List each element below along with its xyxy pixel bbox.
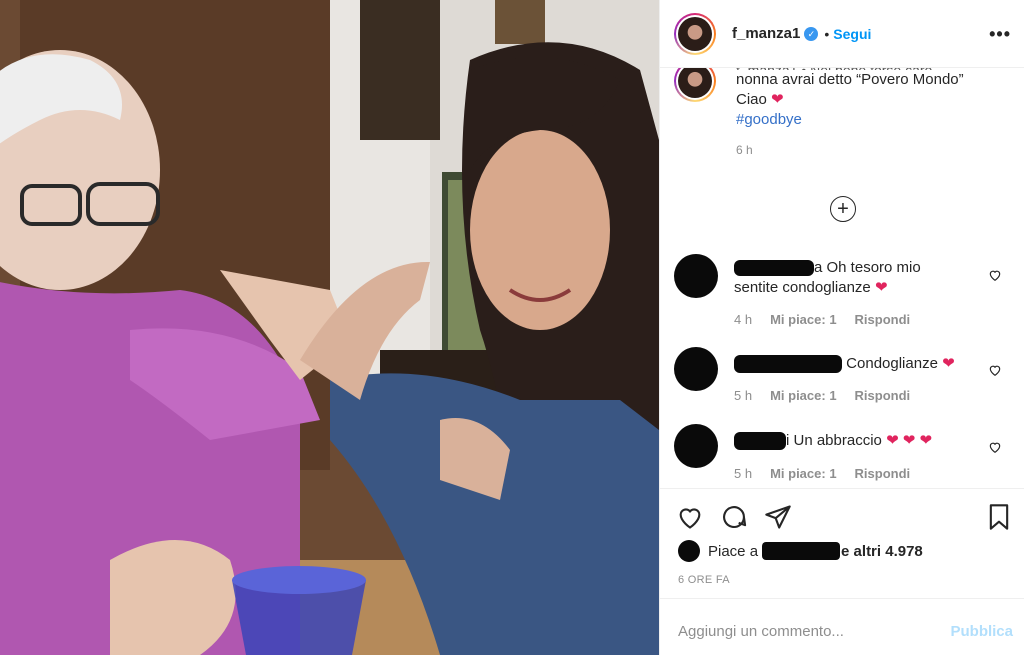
comment-text: Condoglianze [846, 355, 938, 372]
comment-icon[interactable] [720, 503, 748, 531]
heart-emoji-icon: ❤ [771, 91, 784, 108]
post-side-panel: f_manza1 ✓ • Segui ••• f_manza1 • Nel be… [659, 0, 1024, 655]
comment-input[interactable]: Aggiungi un commento... [678, 623, 844, 640]
header-separator: • [824, 25, 830, 42]
commenter-avatar[interactable] [674, 254, 718, 298]
more-options-icon[interactable]: ••• [989, 24, 1011, 45]
likes-summary[interactable]: Piace a e altri 4.978 [678, 540, 923, 562]
comment-text: a Oh tesoro mio [814, 259, 921, 276]
heart-icon[interactable] [988, 268, 1002, 282]
comment-likes[interactable]: Mi piace: 1 [770, 388, 836, 403]
heart-emoji-icon: ❤ [874, 279, 888, 296]
comment-text: i Un abbraccio [786, 432, 882, 449]
comment-likes[interactable]: Mi piace: 1 [770, 466, 836, 481]
comment-time: 5 h [734, 388, 753, 403]
reply-button[interactable]: Rispondi [855, 388, 911, 403]
caption-line: Ciao [736, 91, 767, 108]
bookmark-icon[interactable] [985, 503, 1013, 531]
comment-time: 5 h [734, 466, 753, 481]
post-header: f_manza1 ✓ • Segui ••• [660, 0, 1024, 68]
caption-line: nonna avrai detto “Povero Mondo” [736, 71, 964, 88]
heart-emoji-icon: ❤ [942, 355, 955, 372]
heart-icon[interactable] [988, 440, 1002, 454]
caption-time: 6 h [736, 143, 753, 157]
hashtag-link[interactable]: #goodbye [736, 110, 1016, 130]
commenter-avatar[interactable] [674, 347, 718, 391]
likes-prefix: Piace a [708, 542, 759, 560]
reply-button[interactable]: Rispondi [855, 466, 911, 481]
comment-time: 4 h [734, 312, 753, 327]
reply-button[interactable]: Rispondi [855, 312, 911, 327]
likes-suffix: e altri 4.978 [841, 542, 923, 560]
redacted-username [762, 542, 841, 560]
heart-emoji-icon: ❤ ❤ ❤ [886, 432, 933, 449]
paper-plane-icon[interactable] [764, 503, 792, 531]
add-comment-box: Aggiungi un commento... Pubblica [660, 598, 1024, 655]
photo-illustration [0, 0, 659, 655]
comment-likes[interactable]: Mi piace: 1 [770, 312, 836, 327]
author-username[interactable]: f_manza1 [732, 25, 800, 42]
redacted-username [734, 432, 786, 451]
redacted-username [734, 260, 814, 277]
post-actions-bar [660, 488, 1024, 548]
verified-badge-icon: ✓ [804, 26, 819, 41]
publish-button[interactable]: Pubblica [950, 623, 1013, 640]
post-photo[interactable] [0, 0, 659, 655]
commenter-avatar[interactable] [674, 424, 718, 468]
heart-icon[interactable] [676, 503, 704, 531]
follow-button[interactable]: Segui [833, 26, 871, 42]
comment-text: sentite condoglianze [734, 279, 871, 296]
author-avatar[interactable] [674, 12, 716, 55]
liker-avatar [678, 540, 700, 562]
heart-icon[interactable] [988, 363, 1002, 377]
post-timestamp: 6 ORE FA [678, 574, 730, 586]
redacted-username [734, 355, 842, 374]
plus-circle-icon[interactable]: + [830, 196, 856, 222]
